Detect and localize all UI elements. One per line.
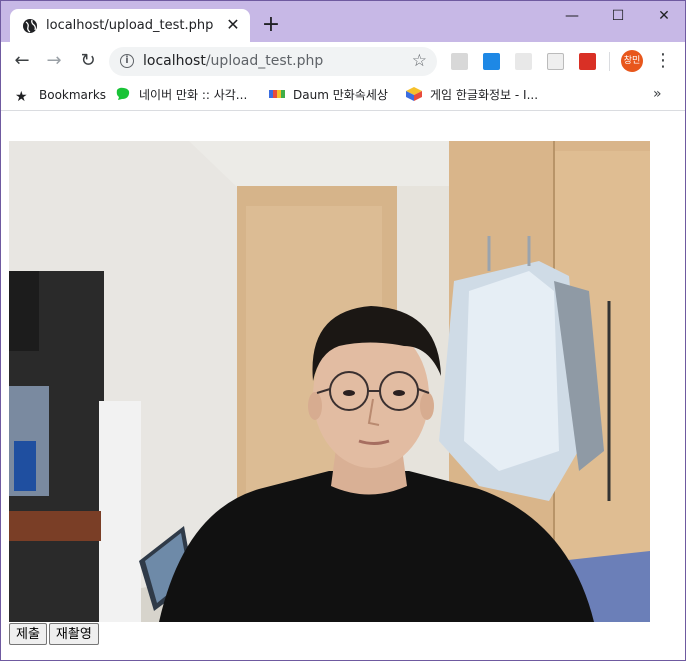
- pdf-extension-icon[interactable]: [451, 53, 468, 70]
- forward-arrow-icon[interactable]: →: [41, 48, 67, 74]
- minimize-button[interactable]: —: [549, 1, 595, 31]
- cast-extension-icon[interactable]: [547, 53, 564, 70]
- button-row: 제출 재촬영: [9, 623, 101, 645]
- naver-comic-icon: [116, 87, 130, 100]
- tab-active[interactable]: localhost/upload_test.php ✕: [10, 9, 250, 42]
- daum-icon: [269, 90, 285, 98]
- retake-button[interactable]: 재촬영: [48, 623, 99, 645]
- download-extension-icon[interactable]: [483, 53, 500, 70]
- new-tab-button[interactable]: +: [259, 13, 283, 37]
- url-text[interactable]: localhost/upload_test.php: [143, 53, 323, 69]
- game-box-icon: [406, 87, 422, 101]
- toolbar-divider: [609, 52, 610, 71]
- page-content: 제출 재촬영: [1, 111, 685, 660]
- close-window-button[interactable]: ✕: [641, 1, 685, 31]
- webcam-photo-drawing: [9, 141, 650, 622]
- camera-extension-icon[interactable]: [515, 53, 532, 70]
- address-bar[interactable]: i localhost/upload_test.php ☆: [109, 47, 437, 76]
- tab-title: localhost/upload_test.php: [46, 18, 214, 33]
- bookmark-label: Bookmarks: [39, 88, 107, 102]
- bookmark-label: 게임 한글화정보 - I...: [430, 88, 539, 102]
- globe-icon: [23, 19, 37, 33]
- star-icon: ★: [15, 89, 28, 105]
- bookmarks-overflow-icon[interactable]: »: [653, 86, 662, 102]
- reload-icon[interactable]: ↻: [75, 48, 101, 74]
- bookmark-item-naver-comic[interactable]: 네이버 만화 :: 사각...: [115, 86, 247, 104]
- profile-avatar[interactable]: 창민: [621, 50, 643, 72]
- title-bar: localhost/upload_test.php ✕ + — ☐ ✕: [1, 1, 685, 42]
- maximize-button[interactable]: ☐: [595, 1, 641, 31]
- browser-window: localhost/upload_test.php ✕ + — ☐ ✕ ← → …: [0, 0, 686, 661]
- webcam-photo: [9, 141, 650, 622]
- bookmark-item-bookmarks[interactable]: ★ Bookmarks: [15, 86, 106, 104]
- bookmark-item-game[interactable]: 게임 한글화정보 - I...: [406, 86, 538, 104]
- submit-button[interactable]: 제출: [9, 623, 47, 645]
- browser-toolbar: ← → ↻ i localhost/upload_test.php ☆ 창민 ⋮: [1, 42, 685, 80]
- bookmark-item-daum[interactable]: Daum 만화속세상: [269, 86, 388, 104]
- tab-close-icon[interactable]: ✕: [224, 16, 242, 34]
- bookmark-star-icon[interactable]: ☆: [412, 51, 427, 71]
- bookmark-label: Daum 만화속세상: [293, 88, 388, 102]
- url-host: localhost: [143, 53, 206, 69]
- menu-dots-icon[interactable]: ⋮: [653, 50, 673, 72]
- bookmark-label: 네이버 만화 :: 사각...: [139, 88, 248, 102]
- bookmarks-bar: ★ Bookmarks 네이버 만화 :: 사각... Daum 만화속세상 게임…: [1, 80, 685, 111]
- back-arrow-icon[interactable]: ←: [9, 48, 35, 74]
- red-extension-icon[interactable]: [579, 53, 596, 70]
- info-icon[interactable]: i: [120, 54, 134, 68]
- url-path: /upload_test.php: [205, 53, 324, 69]
